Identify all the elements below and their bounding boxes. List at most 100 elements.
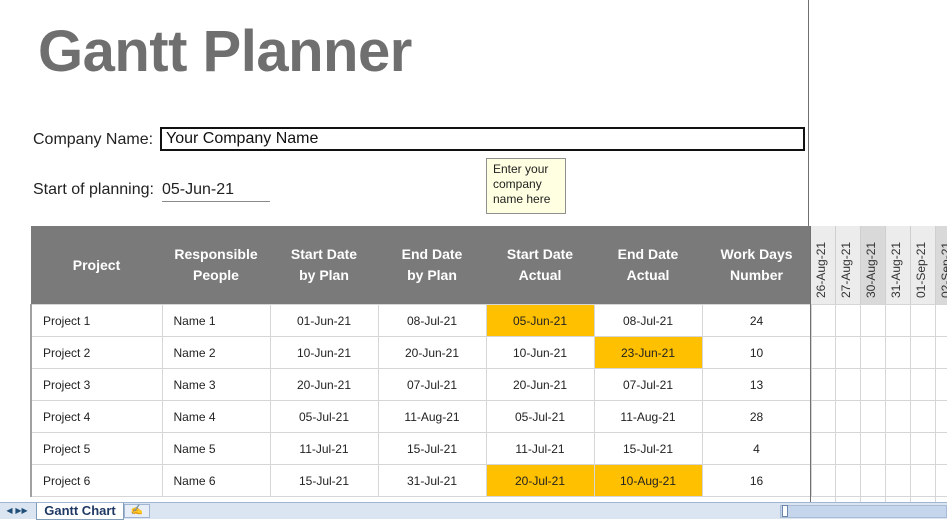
page-title: Gantt Planner [38,19,412,84]
gantt-date-label: 31-Aug-21 [889,241,903,298]
table-cell[interactable]: 10 [701,336,812,369]
table-cell[interactable]: Project 3 [30,368,163,401]
company-name-input[interactable] [160,127,805,151]
table-cell[interactable]: 20-Jun-21 [377,336,487,369]
table-header-row: Project Responsible People Start Date by Pla… [31,226,811,305]
table-cell[interactable]: 13 [701,368,812,401]
sheet-divider [808,0,809,226]
table-cell[interactable]: 28 [701,400,812,433]
table-cell[interactable]: Name 5 [161,432,271,465]
gantt-date-header: 01-Sep-21 [911,226,936,304]
table-cell[interactable]: 4 [701,432,812,465]
table-row: Project 4 Name 4 05-Jul-21 11-Aug-21 05-Jul-… [30,400,812,433]
table-cell[interactable]: Project 4 [30,400,163,433]
table-cell[interactable]: 20-Jun-21 [269,368,379,401]
gantt-date-header: 31-Aug-21 [886,226,911,304]
company-name-label: Company Name: [33,131,154,148]
gantt-date-header: 26-Aug-21 [811,226,836,304]
table-cell[interactable]: 11-Aug-21 [593,400,703,433]
table-cell[interactable]: 08-Jul-21 [593,304,703,337]
gantt-grid-line [885,304,886,502]
table-cell[interactable]: Project 5 [30,432,163,465]
column-header[interactable]: Start Date Actual [486,226,594,305]
column-header[interactable]: Project [31,226,162,305]
table-body: Project 1 Name 1 01-Jun-21 08-Jul-21 05-Jun-… [30,304,812,497]
table-cell[interactable]: Project 1 [30,304,163,337]
column-header-line: Actual [626,267,670,283]
table-cell[interactable]: 11-Jul-21 [485,432,595,465]
table-cell[interactable]: 10-Jun-21 [269,336,379,369]
column-header-line: Project [72,256,121,273]
table-row: Project 2 Name 2 10-Jun-21 20-Jun-21 10-Jun-… [30,336,812,369]
column-header-line: People [193,267,239,283]
gantt-grid-line [811,400,947,401]
gantt-date-header: 30-Aug-21 [861,226,886,304]
column-header[interactable]: Start Date by Plan [270,226,378,305]
table-cell[interactable]: 24 [701,304,812,337]
table-cell[interactable]: Name 1 [161,304,271,337]
gantt-grid-line [811,464,947,465]
scroll-split-handle[interactable] [782,505,788,517]
table-cell[interactable]: 11-Jul-21 [269,432,379,465]
sheet-tab-bar: ◀ ▶▶ Gantt Chart ✍ [0,502,947,520]
table-cell[interactable]: Project 6 [30,464,163,497]
insert-sheet-icon[interactable]: ✍ [124,504,150,518]
table-cell[interactable]: 20-Jun-21 [485,368,595,401]
table-cell[interactable]: Name 2 [161,336,271,369]
gantt-grid-line [811,336,947,337]
table-cell[interactable]: 15-Jul-21 [593,432,703,465]
column-header[interactable]: End Date Actual [594,226,702,305]
column-header-line: by Plan [299,267,349,283]
table-cell[interactable]: Name 6 [161,464,271,497]
column-header[interactable]: End Date by Plan [378,226,486,305]
gantt-date-label: 27-Aug-21 [839,241,853,298]
table-cell[interactable]: 31-Jul-21 [377,464,487,497]
sheet-tab-gantt-chart[interactable]: Gantt Chart [36,503,124,520]
table-cell[interactable]: 05-Jul-21 [485,400,595,433]
gantt-grid-line [860,304,861,502]
table-cell[interactable]: 16 [701,464,812,497]
table-row: Project 6 Name 6 15-Jul-21 31-Jul-21 20-Jul-… [30,464,812,497]
column-header-line: Actual [518,267,562,283]
gantt-grid-line [811,496,947,497]
table-cell[interactable]: 10-Aug-21 [593,464,703,497]
column-header-line: Start Date [506,246,574,262]
table-cell[interactable]: 20-Jul-21 [485,464,595,497]
start-of-planning-label: Start of planning: [33,181,154,198]
column-header-line: End Date [401,246,463,262]
horizontal-scrollbar[interactable] [780,505,947,518]
column-header-line: by Plan [407,267,457,283]
column-header[interactable]: Responsible People [162,226,270,305]
gantt-date-label: 02-Sep-21 [939,241,947,298]
table-cell[interactable]: 05-Jul-21 [269,400,379,433]
start-of-planning-field[interactable]: 05-Jun-21 [162,179,270,202]
table-cell[interactable]: 11-Aug-21 [377,400,487,433]
table-cell[interactable]: 05-Jun-21 [485,304,595,337]
table-cell[interactable]: 07-Jul-21 [593,368,703,401]
table-cell[interactable]: Project 2 [30,336,163,369]
table-row: Project 5 Name 5 11-Jul-21 15-Jul-21 11-Jul-… [30,432,812,465]
gantt-grid-line [910,304,911,502]
table-cell[interactable]: 07-Jul-21 [377,368,487,401]
table-cell[interactable]: Name 4 [161,400,271,433]
gantt-date-label: 01-Sep-21 [914,241,928,298]
table-row: Project 3 Name 3 20-Jun-21 07-Jul-21 20-Jun-… [30,368,812,401]
gantt-grid-line [835,304,836,502]
table-cell[interactable]: 15-Jul-21 [269,464,379,497]
gantt-grid-line [811,368,947,369]
gantt-grid-line [811,432,947,433]
gantt-chart-area[interactable]: 26-Aug-21 27-Aug-21 30-Aug-21 31-Aug-21 01-S… [810,226,947,502]
project-table: Project Responsible People Start Date by Pla… [30,226,812,497]
gantt-date-header: 02-Sep-21 [936,226,947,304]
column-header-line: Start Date [290,246,358,262]
column-header-line: Number [730,267,783,283]
table-cell[interactable]: Name 3 [161,368,271,401]
column-header[interactable]: Work Days Number [702,226,811,305]
table-cell[interactable]: 15-Jul-21 [377,432,487,465]
table-cell[interactable]: 23-Jun-21 [593,336,703,369]
table-cell[interactable]: 08-Jul-21 [377,304,487,337]
column-header-line: Responsible [174,246,258,262]
table-cell[interactable]: 10-Jun-21 [485,336,595,369]
table-cell[interactable]: 01-Jun-21 [269,304,379,337]
next-sheet-icon[interactable]: ▶▶ [15,505,28,517]
